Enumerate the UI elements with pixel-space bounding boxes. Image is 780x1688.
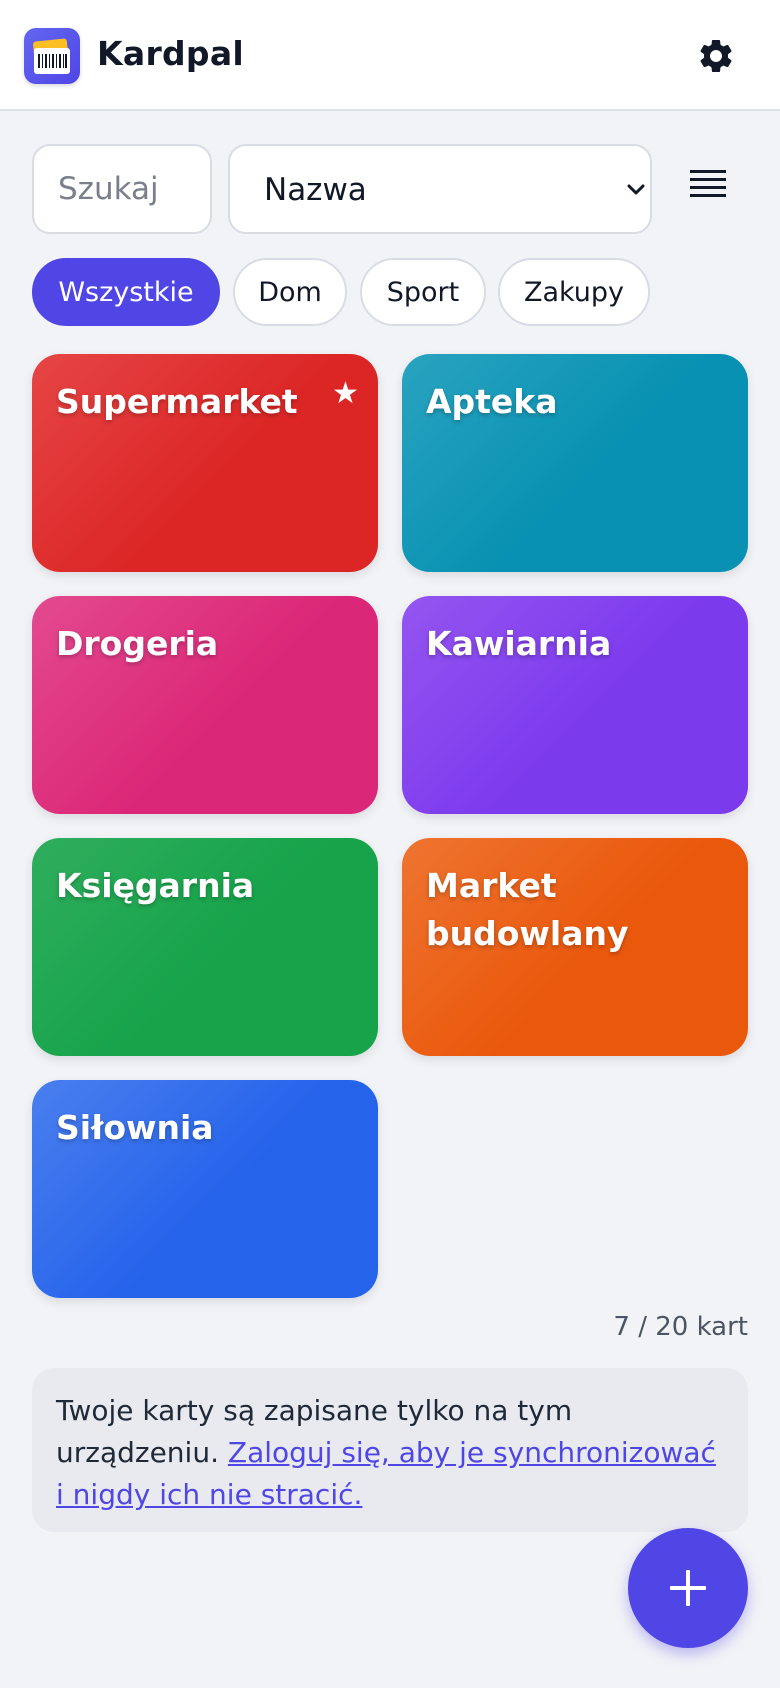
app-header: Kardpal — [0, 0, 780, 111]
card-title: Apteka — [426, 382, 558, 421]
card-title: Księgarnia — [56, 866, 255, 905]
card-title: Market budowlany — [426, 866, 629, 953]
loyalty-card[interactable]: Market budowlany — [402, 838, 748, 1056]
loyalty-card[interactable]: Siłownia — [32, 1080, 378, 1298]
plus-icon — [670, 1570, 706, 1606]
loyalty-card[interactable]: Księgarnia — [32, 838, 378, 1056]
app-title: Kardpal — [97, 34, 245, 73]
star-icon[interactable]: ★ — [332, 376, 359, 411]
list-view-icon[interactable] — [690, 168, 726, 200]
filter-chip-shopping[interactable]: Zakupy — [498, 258, 650, 326]
loyalty-card[interactable]: Kawiarnia — [402, 596, 748, 814]
loyalty-card[interactable]: Apteka — [402, 354, 748, 572]
loyalty-card[interactable]: Drogeria — [32, 596, 378, 814]
card-title: Drogeria — [56, 624, 219, 663]
gear-icon[interactable] — [696, 36, 736, 76]
filter-chip-sport[interactable]: Sport — [360, 258, 486, 326]
card-title: Supermarket — [56, 382, 298, 421]
filter-chip-home[interactable]: Dom — [233, 258, 347, 326]
add-card-button[interactable] — [628, 1528, 748, 1648]
sync-notice: Twoje karty są zapisane tylko na tym urz… — [32, 1368, 748, 1532]
search-input[interactable] — [32, 144, 212, 234]
card-count: 7 / 20 kart — [613, 1312, 748, 1342]
filter-chip-all[interactable]: Wszystkie — [32, 258, 220, 326]
loyalty-card[interactable]: Supermarket ★ — [32, 354, 378, 572]
barcode-card-icon — [24, 28, 80, 84]
card-title: Kawiarnia — [426, 624, 612, 663]
chevron-down-icon — [626, 182, 646, 202]
sort-select-value: Nazwa — [264, 172, 367, 208]
card-title: Siłownia — [56, 1108, 214, 1147]
sort-select[interactable]: Nazwa — [228, 144, 652, 234]
